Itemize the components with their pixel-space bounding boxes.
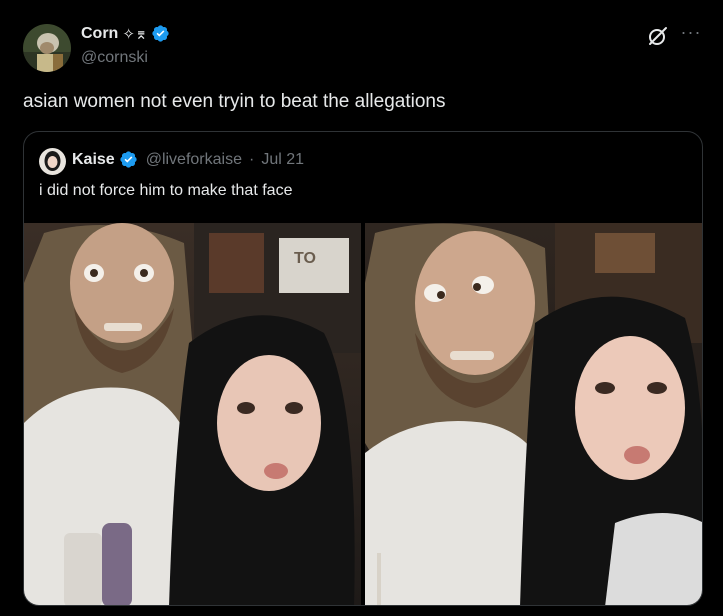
author-display-name[interactable]: Corn [81,25,118,43]
grok-icon[interactable] [646,24,670,48]
quote-text: i did not force him to make that face [39,182,293,199]
quote-verified-badge-icon [119,150,138,169]
author-avatar[interactable] [23,24,71,72]
quote-handle: @liveforkaise [145,150,242,168]
quote-separator: · [248,150,255,168]
storefront-sign: TO [294,250,316,267]
quoted-tweet[interactable]: Kaise @liveforkaise · Jul 21 i did not f… [23,131,703,606]
quote-header[interactable]: Kaise @liveforkaise · Jul 21 [72,150,304,169]
tweet-text: asian women not even tryin to beat the a… [23,91,446,112]
verified-badge-icon [151,24,170,43]
author-handle[interactable]: @cornski [81,49,148,67]
quote-date[interactable]: Jul 21 [261,151,304,169]
author-name-row[interactable]: Corn ✧⌆ [81,24,170,43]
tweet-card: Corn ✧⌆ @cornski ··· asian women not eve… [0,0,723,616]
author-name-emoji: ✧⌆ [122,25,148,43]
quote-author-avatar[interactable] [39,148,66,175]
quote-photo-2[interactable] [365,223,702,605]
more-icon[interactable]: ··· [680,23,702,47]
quote-display-name[interactable]: Kaise [72,151,115,169]
quote-photo-1[interactable]: TO [24,223,361,605]
